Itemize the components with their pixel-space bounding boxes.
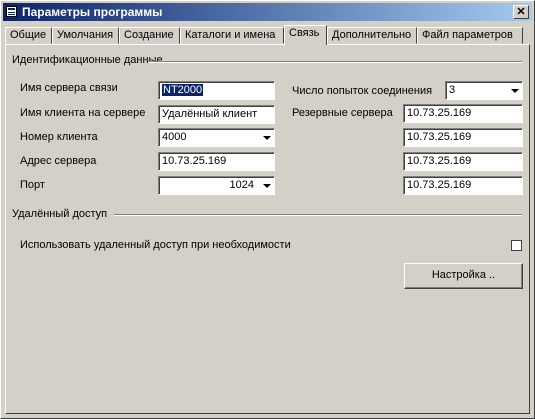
tab-creation[interactable]: Создание [119,27,180,44]
remote-use-label: Использовать удаленный доступ при необхо… [20,239,291,251]
chevron-down-icon [511,89,519,93]
tab-panel-connection: Идентификационные данные Имя сервера свя… [5,44,530,414]
remote-section-header: Удалённый доступ [12,208,108,220]
tab-additional[interactable]: Дополнительно [327,27,417,44]
settings-button[interactable]: Настройка .. [404,263,523,289]
window-icon [6,6,17,17]
attempts-label: Число попыток соединения [292,85,433,97]
title-bar: Параметры программы ✕ [3,3,532,21]
server-address-field[interactable]: 10.73.25.169 [158,152,275,171]
reserve-server-2-field[interactable]: 10.73.25.169 [403,128,523,147]
settings-window: Параметры программы ✕ Общие Умолчания Со… [0,0,535,419]
tab-params-file[interactable]: Файл параметров [417,27,523,44]
reserve-server-4-field[interactable]: 10.73.25.169 [403,176,523,195]
client-number-dropdown[interactable]: 4000 [158,128,275,147]
reserve-servers-label: Резервные сервера [292,107,393,119]
window-title: Параметры программы [22,5,163,19]
ident-divider [148,61,522,63]
attempts-dropdown[interactable]: 3 [445,81,523,100]
reserve-server-3-field[interactable]: 10.73.25.169 [403,152,523,171]
tab-general[interactable]: Общие [5,27,52,44]
port-dropdown[interactable]: 1024 [158,176,275,195]
tab-connection[interactable]: Связь [284,25,327,45]
reserve-server-1-field[interactable]: 10.73.25.169 [403,104,523,123]
ident-section-header: Идентификационные данные [12,54,163,66]
tab-folders-names[interactable]: Каталоги и имена [180,27,284,44]
server-name-field[interactable]: NT2000 [158,81,275,100]
port-label: Порт [20,179,45,191]
close-button[interactable]: ✕ [513,5,529,19]
server-address-label: Адрес сервера [20,155,97,167]
remote-divider [114,214,522,216]
client-name-field[interactable]: Удалённый клиент [158,105,275,124]
chevron-down-icon [263,136,271,140]
client-name-label: Имя клиента на сервере [20,107,146,119]
chevron-down-icon [263,184,271,188]
tab-strip: Общие Умолчания Создание Каталоги и имен… [5,25,530,45]
tab-defaults[interactable]: Умолчания [52,27,119,44]
server-name-label: Имя сервера связи [20,82,118,94]
client-number-label: Номер клиента [20,131,98,143]
remote-use-checkbox[interactable] [511,240,522,251]
